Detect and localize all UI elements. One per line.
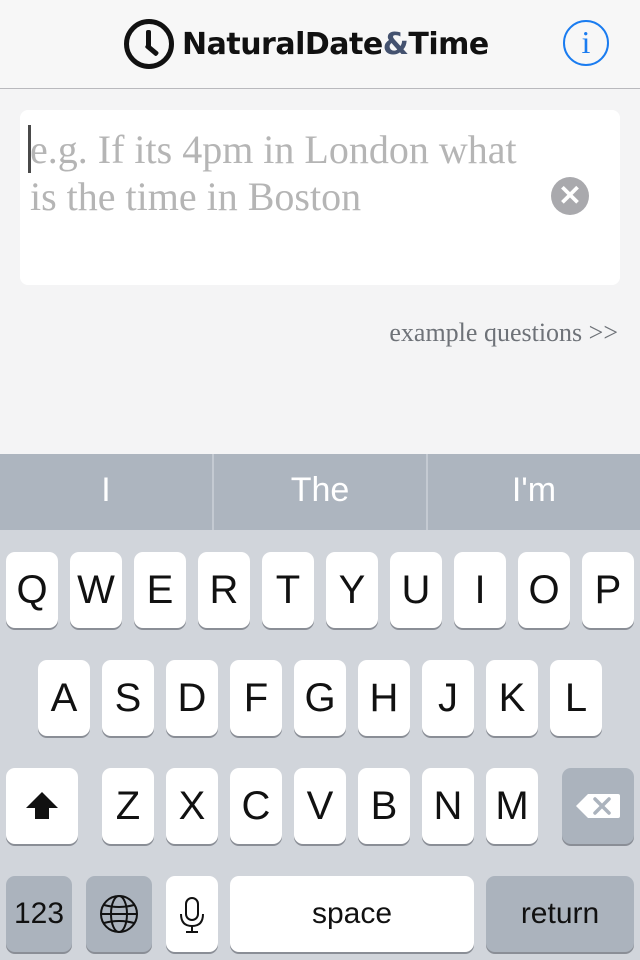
key-g[interactable]: G	[294, 660, 346, 736]
key-r[interactable]: R	[198, 552, 250, 628]
key-m[interactable]: M	[486, 768, 538, 844]
clear-button[interactable]: ✕	[551, 177, 589, 215]
microphone-icon	[180, 897, 204, 933]
query-field-container: ✕	[20, 110, 620, 285]
key-u[interactable]: U	[390, 552, 442, 628]
key-k[interactable]: K	[486, 660, 538, 736]
space-key[interactable]: space	[230, 876, 474, 952]
key-q[interactable]: Q	[6, 552, 58, 628]
key-a[interactable]: A	[38, 660, 90, 736]
key-t[interactable]: T	[262, 552, 314, 628]
app-header: NaturalDate&Time i	[0, 0, 640, 89]
key-d[interactable]: D	[166, 660, 218, 736]
key-v[interactable]: V	[294, 768, 346, 844]
dictation-key[interactable]	[166, 876, 218, 952]
shift-icon	[26, 792, 58, 819]
delete-key[interactable]	[562, 768, 634, 844]
suggestion-3[interactable]: I'm	[428, 454, 640, 530]
suggestion-bar: I The I'm	[0, 454, 640, 530]
key-o[interactable]: O	[518, 552, 570, 628]
clock-icon	[124, 19, 174, 69]
close-icon: ✕	[558, 180, 582, 211]
key-e[interactable]: E	[134, 552, 186, 628]
key-s[interactable]: S	[102, 660, 154, 736]
key-h[interactable]: H	[358, 660, 410, 736]
app-logo: NaturalDate&Time	[124, 18, 489, 70]
query-input[interactable]	[30, 126, 530, 276]
key-b[interactable]: B	[358, 768, 410, 844]
key-j[interactable]: J	[422, 660, 474, 736]
suggestion-1[interactable]: I	[0, 454, 214, 530]
example-questions-link[interactable]: example questions >>	[389, 318, 618, 348]
keyboard: I The I'm Q W E R T Y U I O P A S D F G …	[0, 454, 640, 960]
key-p[interactable]: P	[582, 552, 634, 628]
backspace-icon	[576, 794, 620, 818]
app-title: NaturalDate&Time	[182, 26, 489, 62]
key-n[interactable]: N	[422, 768, 474, 844]
globe-icon	[100, 895, 138, 933]
key-z[interactable]: Z	[102, 768, 154, 844]
key-w[interactable]: W	[70, 552, 122, 628]
key-x[interactable]: X	[166, 768, 218, 844]
suggestion-2[interactable]: The	[214, 454, 428, 530]
globe-key[interactable]	[86, 876, 152, 952]
key-l[interactable]: L	[550, 660, 602, 736]
key-f[interactable]: F	[230, 660, 282, 736]
key-c[interactable]: C	[230, 768, 282, 844]
key-i[interactable]: I	[454, 552, 506, 628]
key-y[interactable]: Y	[326, 552, 378, 628]
shift-key[interactable]	[6, 768, 78, 844]
info-button[interactable]: i	[563, 20, 609, 66]
info-icon: i	[581, 24, 591, 60]
numbers-key[interactable]: 123	[6, 876, 72, 952]
return-key[interactable]: return	[486, 876, 634, 952]
